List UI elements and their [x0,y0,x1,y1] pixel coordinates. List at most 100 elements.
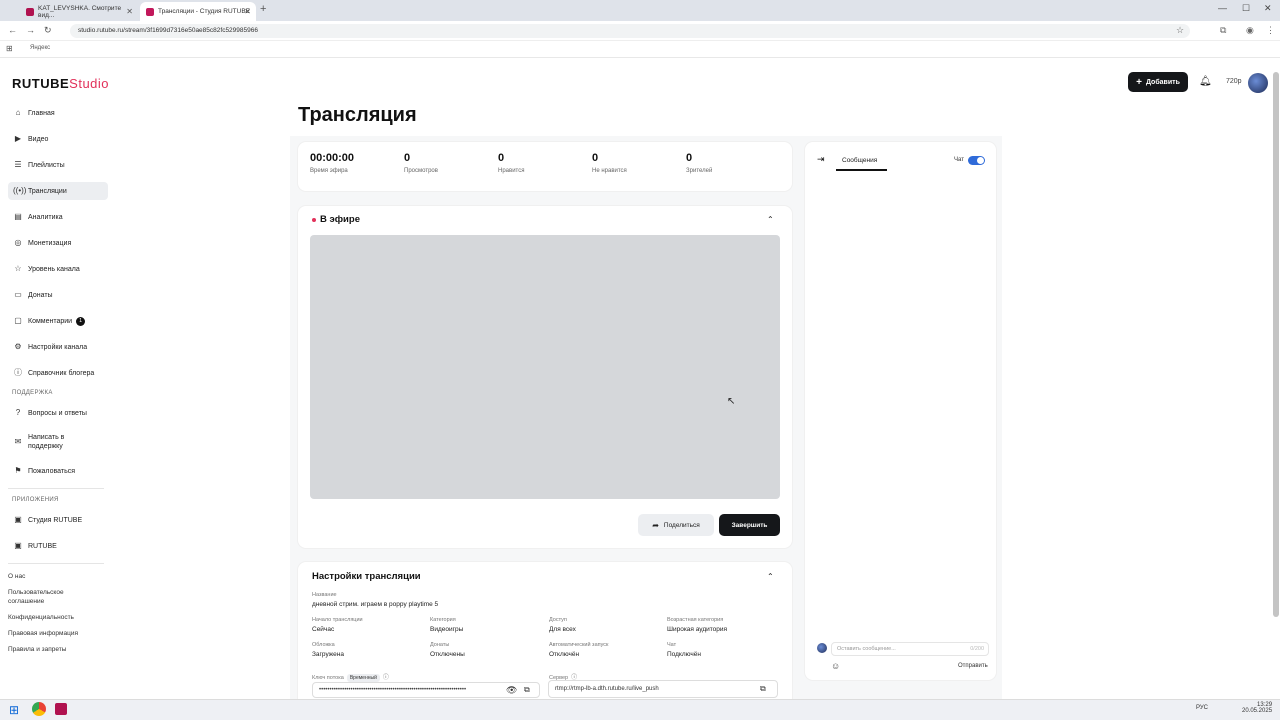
sidebar-item-label: Монетизация [28,239,72,247]
sidebar-item-faq[interactable]: ? Вопросы и ответы [8,404,108,422]
url-field[interactable]: studio.rutube.ru/stream/3f1699d7316e50ae… [70,24,1190,38]
maximize-icon[interactable]: ☐ [1242,3,1250,14]
sidebar-item-playlists[interactable]: ☰ Плейлисты [8,156,108,174]
end-stream-button[interactable]: Завершить [719,514,780,536]
sidebar-item-home[interactable]: ⌂ Главная [8,104,108,122]
chat-toggle[interactable] [968,156,985,165]
sidebar-item-label: Настройки канала [28,343,88,351]
help-icon[interactable]: ⓘ [383,675,389,681]
sidebar-item-donations[interactable]: ▭ Донаты [8,286,108,304]
tab-messages[interactable]: Сообщения [842,157,877,164]
apps-grid-icon[interactable]: ⊞ [6,44,13,53]
sidebar-item-label: Главная [28,109,55,117]
send-button[interactable]: Отправить [958,663,988,669]
server-field[interactable]: rtmp://rtmp-lb-a.dth.rutube.ru/live_push [548,680,778,698]
sidebar-divider [8,488,104,489]
bookmark-yandex[interactable]: Яндекс [30,45,50,51]
sidebar-item-channel-level[interactable]: ☆ Уровень канала [8,260,108,278]
bell-icon[interactable]: 🔔︎ [1199,76,1212,87]
menu-icon[interactable]: ⋮ [1266,25,1275,36]
field-access: Доступ Для всех [549,617,576,633]
sidebar-item-label: Видео [28,135,49,143]
sidebar-item-comments[interactable]: ▢ Комментарии 1 [8,312,108,330]
sidebar-item-analytics[interactable]: ▤ Аналитика [8,208,108,226]
close-window-icon[interactable]: ✕ [1264,3,1272,14]
field-category: Категория Видеоигры [430,617,463,633]
share-icon: ➦ [652,520,659,530]
extensions-icon[interactable]: ⧉ [1220,25,1226,36]
copy-icon[interactable]: ⧉ [524,685,530,695]
field-chat: Чат Подключён [667,642,701,658]
footer-link-about[interactable]: О нас [8,572,108,581]
footer-link-privacy[interactable]: Конфиденциальность [8,613,108,622]
sidebar-item-video[interactable]: ▶ Видео [8,130,108,148]
sidebar-item-blogger-guide[interactable]: ⓘ Справочник блогера [8,364,108,382]
sidebar-item-label: Комментарии [28,317,73,325]
stream-key-value: ••••••••••••••••••••••••••••••••••••••••… [319,687,467,693]
sidebar-item-monetization[interactable]: ◎ Монетизация [8,234,108,252]
video-player[interactable] [310,235,780,499]
field-label: Донаты [430,642,450,648]
broadcast-icon: ((•)) [13,186,27,195]
studio-icon: ▣ [14,515,22,524]
sidebar-item-channel-settings[interactable]: ⚙ Настройки канала [8,338,108,356]
clock-date: 20.05.2025 [1242,708,1273,714]
share-label: Поделиться [663,521,700,529]
field-name: Название дневной стрим. играем в poppy pl… [312,592,438,608]
close-tab-icon[interactable]: ✕ [126,7,133,16]
clock[interactable]: 13:29 20.05.2025 [1242,702,1272,714]
close-tab-icon[interactable]: ✕ [244,7,251,16]
add-button[interactable]: + Добавить [1128,72,1188,92]
browser-tab-active[interactable]: Трансляции - Студия RUTUBE ✕ [140,2,256,21]
chevron-up-icon[interactable]: ⌃ [767,572,774,581]
footer-link-rules[interactable]: Правила и запреты [8,645,108,654]
sidebar-item-label: Пожаловаться [28,467,76,475]
flag-icon: ⚑ [14,466,22,475]
collapse-chat-icon[interactable]: ⇥ [817,154,825,165]
field-value: Отключён [549,651,580,658]
settings-title: Настройки трансляции [312,571,421,582]
share-button[interactable]: ➦ Поделиться [638,514,714,536]
new-tab-icon[interactable]: + [260,3,266,15]
eye-icon[interactable]: 👁︎ [506,685,517,696]
field-label: Доступ [549,617,567,623]
sidebar-item-contact-support[interactable]: ✉ Написать в поддержку [8,430,108,454]
profile-icon[interactable]: ◉ [1246,25,1254,36]
stat-label: Зрителей [686,168,713,174]
bookmarks-bar: ⊞ Яндекс [0,41,1280,58]
live-title: В эфире [320,214,360,225]
field-cover: Обложка Загружена [312,642,344,658]
keyboard-language[interactable]: РУС [1196,705,1208,711]
scrollbar[interactable] [1273,72,1279,617]
chat-message-input[interactable]: Оставить сообщение... 0/200 [831,642,989,656]
emoji-icon[interactable]: ☺ [831,661,840,671]
coin-icon: ◎ [14,238,22,247]
apps-heading: ПРИЛОЖЕНИЯ [12,497,59,503]
bookmark-star-icon[interactable]: ☆ [1176,25,1184,36]
temporary-badge: Временный [346,674,380,682]
windows-start-icon[interactable]: ⊞ [9,703,19,717]
sidebar-item-rutube-app[interactable]: ▣ RUTUBE [8,537,108,555]
minimize-icon[interactable]: — [1218,3,1227,13]
copy-icon[interactable]: ⧉ [760,684,766,694]
field-label: Обложка [312,642,335,648]
back-icon[interactable]: ← [8,25,17,35]
sidebar-item-label: Справочник блогера [28,369,95,377]
forward-icon[interactable]: → [26,25,35,35]
quality-label[interactable]: 720p [1226,78,1242,85]
app-taskbar-icon[interactable] [55,703,67,715]
sidebar-item-broadcasts[interactable]: ((•)) Трансляции [8,182,108,200]
avatar[interactable] [1248,73,1268,93]
sidebar-item-report[interactable]: ⚑ Пожаловаться [8,462,108,480]
footer-link-legal[interactable]: Правовая информация [8,629,108,638]
field-label: Возрастная категория [667,617,724,623]
rutube-studio-logo[interactable]: RUTUBEStudio [12,76,109,91]
reload-icon[interactable]: ↻ [44,25,52,36]
chrome-taskbar-icon[interactable] [32,702,46,716]
field-value: Подключён [667,651,701,658]
chevron-up-icon[interactable]: ⌃ [767,215,774,224]
video-icon: ▶ [14,134,22,143]
sidebar-item-studio-app[interactable]: ▣ Студия RUTUBE [8,511,108,529]
footer-link-terms[interactable]: Пользовательское соглашение [8,588,78,606]
browser-tab[interactable]: KAT_LEVYSHKA. Смотрите вид... ✕ [20,2,138,21]
